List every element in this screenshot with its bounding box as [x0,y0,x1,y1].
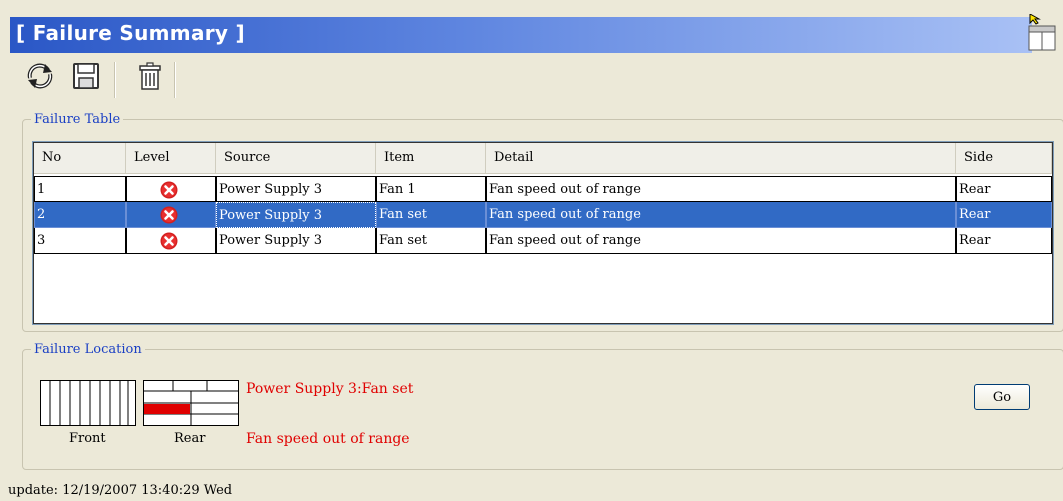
table-row[interactable]: 3 Power Supply 3 Fan set Fan speed out o… [34,228,1052,254]
front-label: Front [69,431,106,446]
column-header-item[interactable]: Item [376,143,486,173]
cell-item: Fan 1 [376,176,486,202]
cell-no: 1 [34,176,126,202]
error-icon [160,181,178,199]
delete-icon[interactable] [134,60,166,92]
rear-chassis-diagram[interactable] [143,380,239,430]
column-header-no[interactable]: No [34,143,126,173]
failure-table: No Level Source Item Detail Side 1 Power… [32,141,1054,325]
toolbar-separator [114,62,116,98]
column-header-source[interactable]: Source [216,143,376,173]
cell-level [126,176,216,202]
refresh-icon[interactable] [24,60,56,92]
failed-fan-slot [144,404,190,414]
title-bar: [ Failure Summary ] [10,17,1032,53]
front-chassis-diagram[interactable] [40,380,136,430]
cell-level [126,202,216,228]
column-header-side[interactable]: Side [956,143,1052,173]
column-header-detail[interactable]: Detail [486,143,956,173]
cell-side: Rear [956,228,1052,254]
error-icon [160,232,178,250]
window-title: [ Failure Summary ] [16,21,245,45]
cell-side: Rear [956,202,1052,228]
cell-item: Fan set [376,228,486,254]
go-button[interactable]: Go [974,384,1030,410]
cell-level [126,228,216,254]
save-icon[interactable] [70,60,102,92]
cell-detail: Fan speed out of range [486,228,956,254]
error-icon [160,206,178,224]
cell-source: Power Supply 3 [216,176,376,202]
toolbar-separator [174,62,176,98]
failure-table-legend: Failure Table [34,112,121,127]
cell-no: 2 [34,202,126,228]
table-row[interactable]: 1 Power Supply 3 Fan 1 Fan speed out of … [34,176,1052,202]
failure-detail-message: Fan speed out of range [246,431,410,447]
cell-item: Fan set [376,202,486,228]
cell-detail: Fan speed out of range [486,202,956,228]
table-header: No Level Source Item Detail Side [34,143,1052,174]
update-timestamp: update: 12/19/2007 13:40:29 Wed [8,483,233,498]
failure-location-legend: Failure Location [34,342,142,357]
table-row-selected[interactable]: 2 Power Supply 3 Fan set Fan speed out o… [34,202,1052,228]
window-layout-icon[interactable] [1027,13,1057,52]
failure-source-message: Power Supply 3:Fan set [246,381,414,397]
cell-source: Power Supply 3 [216,202,376,228]
cell-no: 3 [34,228,126,254]
column-header-level[interactable]: Level [126,143,216,173]
rear-label: Rear [174,431,206,446]
cell-source: Power Supply 3 [216,228,376,254]
cell-detail: Fan speed out of range [486,176,956,202]
cell-side: Rear [956,176,1052,202]
